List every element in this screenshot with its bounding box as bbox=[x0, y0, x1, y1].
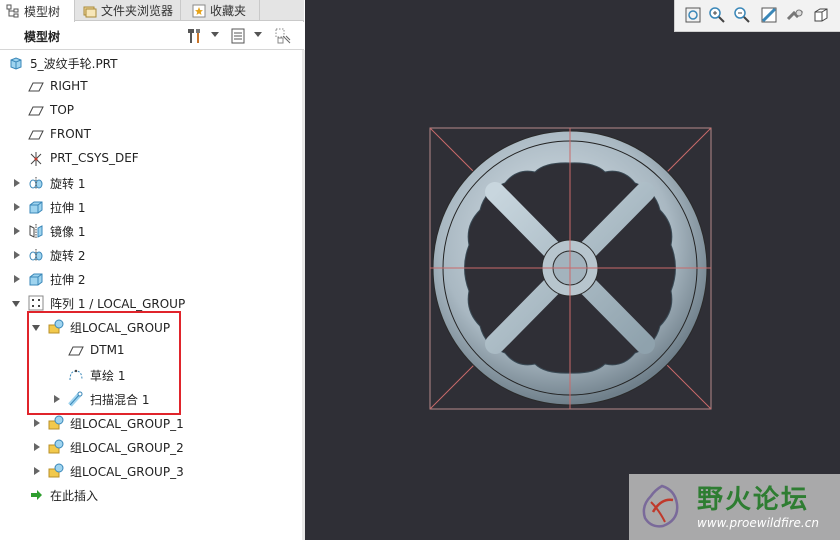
tree-item-mirror-1[interactable]: 镜像 1 bbox=[0, 219, 300, 243]
zoom-out-icon[interactable] bbox=[732, 5, 752, 25]
tree-item-revolve-1[interactable]: 旋转 1 bbox=[0, 171, 300, 195]
tab-label: 模型树 bbox=[24, 4, 61, 19]
forum-watermark: 野火论坛 www.proewildfire.cn bbox=[629, 474, 840, 540]
csys-icon bbox=[30, 152, 42, 166]
tree-item-insert-here[interactable]: 在此插入 bbox=[0, 483, 300, 507]
tree-item-extrude-1[interactable]: 拉伸 1 bbox=[0, 195, 300, 219]
expand-toggle[interactable] bbox=[14, 179, 20, 187]
tree-item-label: PRT_CSYS_DEF bbox=[50, 151, 139, 165]
tree-item-label: 拉伸 1 bbox=[50, 201, 86, 215]
tree-item-label: 在此插入 bbox=[50, 489, 99, 503]
zoom-in-icon[interactable] bbox=[707, 5, 727, 25]
tree-item-right[interactable]: RIGHT bbox=[0, 75, 300, 99]
expand-toggle[interactable] bbox=[14, 203, 20, 211]
tree-item-label: 阵列 1 / LOCAL_GROUP bbox=[50, 297, 186, 311]
view-toolbar bbox=[674, 0, 840, 32]
expand-toggle[interactable] bbox=[14, 227, 20, 235]
repaint-icon[interactable] bbox=[759, 5, 779, 25]
datum-plane-icon bbox=[28, 106, 44, 116]
tab-favorites[interactable]: 收藏夹 bbox=[186, 0, 260, 21]
tree-item-label: 5_波纹手轮.PRT bbox=[30, 57, 118, 71]
datum-plane-icon bbox=[28, 82, 44, 92]
tree-item-part[interactable]: 5_波纹手轮.PRT bbox=[0, 51, 300, 75]
tree-header: 模型树 bbox=[0, 22, 304, 50]
tree-item-label: 组LOCAL_GROUP_1 bbox=[70, 417, 184, 431]
mirror-icon bbox=[29, 224, 43, 238]
tree-item-csys[interactable]: PRT_CSYS_DEF bbox=[0, 147, 300, 171]
tree-item-label: 镜像 1 bbox=[50, 225, 86, 239]
display-style-icon[interactable] bbox=[785, 5, 805, 25]
expand-toggle[interactable] bbox=[14, 275, 20, 283]
tree-item-local-group-2[interactable]: 组LOCAL_GROUP_2 bbox=[0, 435, 300, 459]
pattern-icon bbox=[28, 295, 44, 311]
tree-item-extrude-2[interactable]: 拉伸 2 bbox=[0, 267, 300, 291]
tab-folder-browser[interactable]: 文件夹浏览器 bbox=[77, 0, 181, 21]
handwheel-model bbox=[429, 127, 712, 410]
extrude-icon bbox=[29, 201, 43, 214]
tree-item-top[interactable]: TOP bbox=[0, 99, 300, 123]
tree-item-label: FRONT bbox=[50, 127, 91, 141]
model-tree-panel: 模型树 文件夹浏览器 收藏夹 模型树 5_波纹手轮.PRT RIGHT TOP … bbox=[0, 0, 305, 540]
group-icon bbox=[48, 463, 64, 478]
watermark-url: www.proewildfire.cn bbox=[697, 516, 819, 530]
insert-here-icon bbox=[31, 490, 42, 500]
model-tree-icon bbox=[6, 4, 19, 18]
tree-item-revolve-2[interactable]: 旋转 2 bbox=[0, 243, 300, 267]
tree-item-front[interactable]: FRONT bbox=[0, 123, 300, 147]
tree-item-label: 拉伸 2 bbox=[50, 273, 86, 287]
extrude-icon bbox=[29, 273, 43, 286]
expand-toggle[interactable] bbox=[14, 251, 20, 259]
expand-toggle[interactable] bbox=[34, 419, 40, 427]
filter-icon[interactable] bbox=[274, 27, 292, 45]
show-icon[interactable] bbox=[229, 27, 247, 45]
datum-plane-icon bbox=[28, 130, 44, 140]
expand-toggle[interactable] bbox=[34, 467, 40, 475]
highlight-annotation-box bbox=[27, 311, 181, 415]
graphics-window[interactable] bbox=[305, 0, 840, 540]
group-icon bbox=[48, 439, 64, 454]
part-icon bbox=[10, 57, 22, 70]
expand-toggle[interactable] bbox=[34, 443, 40, 451]
refit-icon[interactable] bbox=[683, 5, 703, 25]
tree-item-local-group-3[interactable]: 组LOCAL_GROUP_3 bbox=[0, 459, 300, 483]
tree-item-label: TOP bbox=[50, 103, 75, 117]
show-dropdown-caret[interactable] bbox=[254, 32, 262, 37]
tree-item-label: RIGHT bbox=[50, 79, 88, 93]
tab-label: 收藏夹 bbox=[210, 4, 247, 18]
tree-item-label: 旋转 1 bbox=[50, 177, 86, 191]
tree-item-label: 旋转 2 bbox=[50, 249, 86, 263]
proewildfire-logo-icon bbox=[642, 484, 679, 528]
watermark-title: 野火论坛 bbox=[697, 485, 810, 515]
favorites-icon bbox=[192, 4, 206, 17]
tree-item-label: 组LOCAL_GROUP_2 bbox=[70, 441, 184, 455]
group-icon bbox=[48, 415, 64, 430]
tab-model-tree[interactable]: 模型树 bbox=[0, 0, 75, 22]
settings-icon[interactable] bbox=[186, 27, 204, 45]
tree-item-label: 组LOCAL_GROUP_3 bbox=[70, 465, 184, 479]
folder-browser-icon bbox=[83, 6, 97, 17]
collapse-toggle[interactable] bbox=[12, 301, 20, 307]
saved-views-icon[interactable] bbox=[811, 5, 831, 25]
tree-header-title: 模型树 bbox=[24, 30, 61, 44]
settings-dropdown-caret[interactable] bbox=[211, 32, 219, 37]
revolve-icon bbox=[29, 249, 43, 261]
navigator-tabs: 模型树 文件夹浏览器 收藏夹 bbox=[0, 0, 304, 22]
tab-label: 文件夹浏览器 bbox=[101, 4, 174, 18]
revolve-icon bbox=[29, 177, 43, 189]
